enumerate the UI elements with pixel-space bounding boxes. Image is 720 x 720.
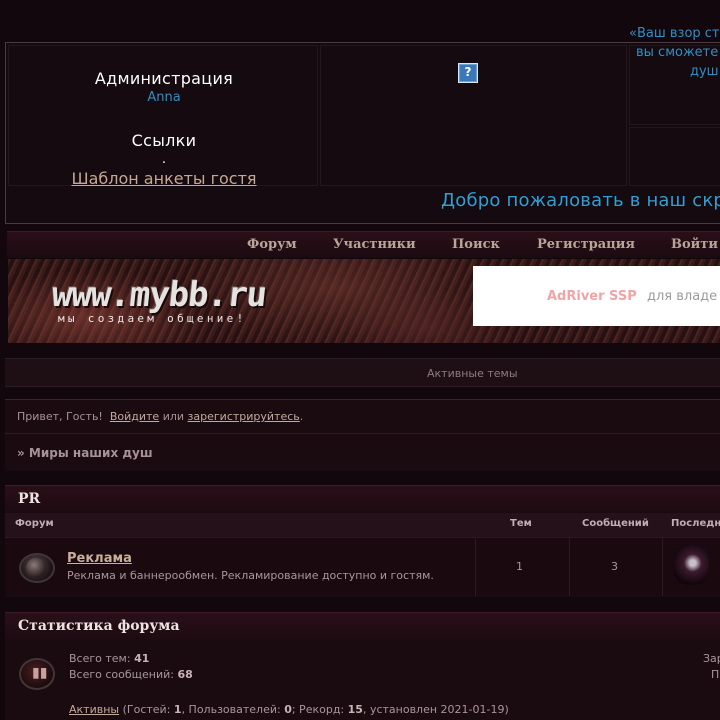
nav-item-forum[interactable]: Форум — [247, 237, 297, 252]
category-pr: PR Форум Тем Сообщений Последн Реклама Р… — [5, 485, 720, 597]
admin-name-link[interactable]: Anna — [9, 90, 319, 105]
nav-item-search[interactable]: Поиск — [452, 237, 500, 252]
ad-description-text: для владе — [647, 289, 718, 304]
ad-banner[interactable]: AdRiver SSP для владе — [473, 266, 720, 326]
divider — [569, 538, 570, 596]
divider — [662, 538, 663, 596]
info-cell-empty — [629, 127, 720, 186]
category-title: PR — [18, 491, 41, 507]
column-header-topics: Тем — [510, 518, 532, 529]
info-cell-admin: Администрация Anna Ссылки . Шаблон анкет… — [8, 45, 319, 188]
stat-value: 0 — [284, 703, 292, 716]
stat-label: , установлен 2021-01-19) — [362, 703, 509, 716]
stat-label: Всего сообщений: — [69, 668, 174, 681]
stat-label: Всего тем: — [69, 652, 131, 665]
links-heading: Ссылки — [131, 131, 197, 150]
links-separator: . — [161, 152, 167, 167]
guest-template-link[interactable]: Шаблон анкеты гостя — [9, 169, 319, 188]
forum-description: Реклама и баннерообмен. Рекламирование д… — [67, 569, 434, 582]
column-header-forum: Форум — [15, 518, 54, 529]
question-icon[interactable]: ? — [458, 63, 478, 83]
stat-right-line: Зар — [703, 652, 720, 665]
quote-line: «Ваш взор ст — [629, 26, 720, 41]
table-header-row: Форум Тем Сообщений Последн — [5, 513, 720, 537]
active-topics-link[interactable]: Активные темы — [427, 367, 518, 380]
last-post-avatar[interactable] — [673, 545, 709, 585]
guest-greeting: Привет, Гость! Войдите или зарегистрируй… — [17, 410, 303, 423]
column-header-posts: Сообщений — [582, 518, 649, 529]
nav-item-users[interactable]: Участники — [333, 237, 416, 252]
table-row: Реклама Реклама и баннерообмен. Рекламир… — [5, 537, 720, 596]
stat-right-line: П — [711, 668, 720, 681]
nav-item-register[interactable]: Регистрация — [537, 237, 635, 252]
forum-title-link[interactable]: Реклама — [67, 551, 132, 566]
quote-line: душ — [690, 64, 719, 79]
stat-label: ; Рекорд: — [291, 703, 345, 716]
stats-title: Статистика форума — [18, 618, 180, 634]
category-header: PR — [5, 485, 720, 513]
site-tagline: мы создаем общение! — [58, 312, 247, 325]
column-header-last-post: Последн — [671, 518, 720, 529]
active-topics-bar: Активные темы — [5, 358, 720, 387]
stat-value: 41 — [134, 652, 150, 665]
stat-label: , Пользователей: — [181, 703, 281, 716]
stats-header: Статистика форума — [5, 612, 720, 640]
ad-brand-text: AdRiver SSP — [547, 289, 637, 304]
stat-total-topics: Всего тем: 41 — [69, 652, 149, 665]
stat-value: 68 — [177, 668, 193, 681]
divider — [5, 433, 720, 434]
stat-value: 15 — [347, 703, 363, 716]
forum-stats: Статистика форума ▮▮ Всего тем: 41 Всего… — [5, 612, 720, 720]
welcome-marquee-text: Добро пожаловать в наш скр — [441, 190, 720, 211]
site-logo[interactable]: www.mybb.ru — [50, 275, 268, 315]
site-banner: www.mybb.ru мы создаем общение! AdRiver … — [8, 259, 720, 343]
main-nav: Форум Участники Поиск Регистрация Войти — [7, 231, 720, 258]
stat-total-posts: Всего сообщений: 68 — [69, 668, 193, 681]
register-link[interactable]: зарегистрируйтесь — [188, 410, 300, 423]
greeting-panel: Привет, Гость! Войдите или зарегистрируй… — [5, 399, 720, 471]
online-users-line: Активны (Гостей: 1, Пользователей: 0; Ре… — [69, 703, 509, 716]
stat-label: (Гостей: — [122, 703, 171, 716]
divider — [475, 538, 476, 596]
bar-chart-icon: ▮▮ — [32, 665, 48, 681]
greeting-text: Привет, Гость! — [17, 410, 103, 423]
active-users-link[interactable]: Активны — [69, 703, 119, 716]
stat-value: 1 — [173, 703, 182, 716]
forum-topics-count: 1 — [516, 560, 523, 573]
admin-heading: Администрация — [94, 69, 234, 88]
forum-status-icon-inner — [26, 558, 46, 578]
nav-item-login[interactable]: Войти — [671, 237, 718, 252]
quote-line: вы сможете — [636, 45, 719, 60]
breadcrumb[interactable]: » Миры наших душ — [17, 446, 153, 460]
forum-posts-count: 3 — [611, 560, 618, 573]
greeting-or: или — [162, 410, 185, 423]
login-link[interactable]: Войдите — [110, 410, 159, 423]
greeting-end: . — [299, 410, 304, 423]
